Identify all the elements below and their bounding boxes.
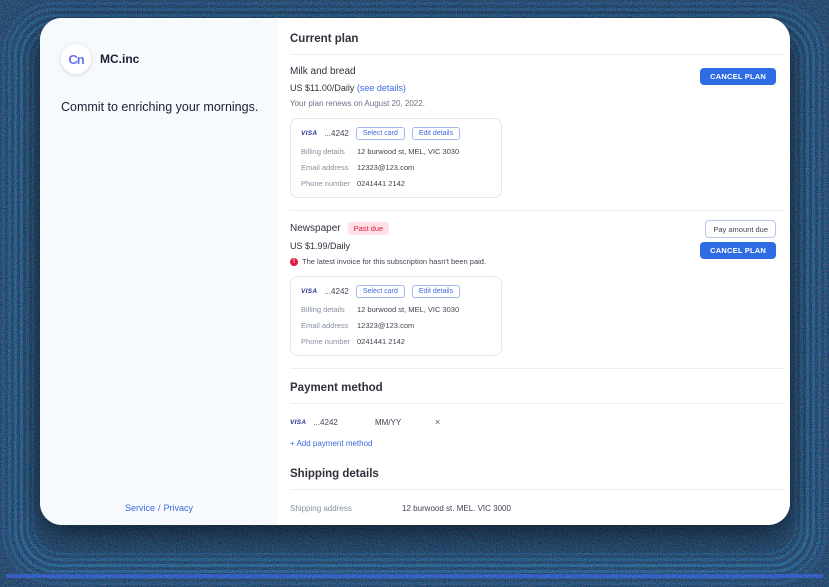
past-due-badge: Past due (348, 222, 390, 235)
card-expiry: MM/YY (375, 418, 435, 427)
warning-text: The latest invoice for this subscription… (302, 257, 486, 266)
plan-milk-and-bread: Milk and bread US $11.00/Daily (see deta… (290, 55, 784, 210)
cloud-logo-glyph: Cn (68, 52, 83, 67)
section-divider (290, 403, 784, 404)
email-address-value: 12323@123.com (357, 163, 414, 172)
visa-icon: VISA (301, 288, 317, 295)
phone-number-value: 0241441 2142 (357, 337, 405, 346)
phone-number-label: Phone number (301, 337, 357, 346)
brand-logo-icon: Cn (61, 44, 91, 74)
phone-number-label: Phone number (301, 179, 357, 188)
bottom-blue-line (6, 574, 823, 578)
brand-header: Cn MC.inc (40, 18, 278, 74)
footer-separator: / (155, 503, 164, 513)
visa-icon: VISA (290, 419, 306, 426)
card-number: ...4242 (313, 418, 337, 427)
billing-main-panel: Current plan Milk and bread US $11.00/Da… (278, 18, 790, 525)
edit-details-button[interactable]: Edit details (412, 127, 460, 140)
terms-of-service-link[interactable]: Service (125, 503, 155, 513)
add-payment-method-link[interactable]: + Add payment method (290, 439, 373, 448)
plan-name: Newspaper (290, 223, 341, 234)
shipping-address-value: 12 burwood st. MEL. VIC 3000 (402, 504, 511, 513)
plan-renewal-text: Your plan renews on August 20, 2022. (290, 99, 784, 108)
billing-portal-card: Cn MC.inc Commit to enriching your morni… (40, 18, 790, 525)
select-card-button[interactable]: Select card (356, 127, 405, 140)
cancel-plan-button[interactable]: CANCEL PLAN (700, 242, 776, 259)
cancel-plan-button[interactable]: CANCEL PLAN (700, 68, 776, 85)
select-card-button[interactable]: Select card (356, 285, 405, 298)
billing-details-label: Billing details (301, 305, 357, 314)
edit-details-button[interactable]: Edit details (412, 285, 460, 298)
card-number: ...4242 (324, 129, 348, 138)
see-details-link[interactable]: (see details) (357, 83, 406, 93)
email-address-label: Email address (301, 321, 357, 330)
plan-name: Milk and bread (290, 66, 356, 77)
pay-amount-due-button[interactable]: Pay amount due (705, 220, 776, 238)
dark-noise-frame: Cn MC.inc Commit to enriching your morni… (0, 0, 829, 587)
shipping-address-label: Shipping address (290, 504, 402, 513)
sidebar: Cn MC.inc Commit to enriching your morni… (40, 18, 278, 525)
card-number: ...4242 (324, 287, 348, 296)
plan-newspaper: Newspaper Past due US $1.99/Daily ! The … (290, 211, 784, 368)
payment-method-heading: Payment method (290, 369, 784, 403)
plan-card-details-box: VISA ...4242 Select card Edit details Bi… (290, 276, 502, 356)
billing-details-value: 12 burwood st, MEL, VIC 3030 (357, 147, 459, 156)
phone-number-value: 0241441 2142 (357, 179, 405, 188)
email-address-value: 12323@123.com (357, 321, 414, 330)
remove-card-icon[interactable]: × (435, 417, 440, 427)
shipping-details-heading: Shipping details (290, 463, 784, 489)
section-divider (290, 489, 784, 490)
visa-icon: VISA (301, 130, 317, 137)
privacy-link[interactable]: Privacy (164, 503, 194, 513)
billing-details-label: Billing details (301, 147, 357, 156)
billing-details-value: 12 burwood st, MEL, VIC 3030 (357, 305, 459, 314)
email-address-label: Email address (301, 163, 357, 172)
sidebar-footer: Service/Privacy (40, 503, 278, 513)
brand-tagline: Commit to enriching your mornings. (61, 100, 261, 114)
payment-method-row: VISA ...4242 MM/YY × (290, 417, 784, 427)
error-icon: ! (290, 258, 298, 266)
brand-name: MC.inc (100, 52, 139, 66)
current-plan-heading: Current plan (290, 28, 784, 54)
shipping-address-row: Shipping address 12 burwood st. MEL. VIC… (290, 504, 784, 513)
plan-card-details-box: VISA ...4242 Select card Edit details Bi… (290, 118, 502, 198)
